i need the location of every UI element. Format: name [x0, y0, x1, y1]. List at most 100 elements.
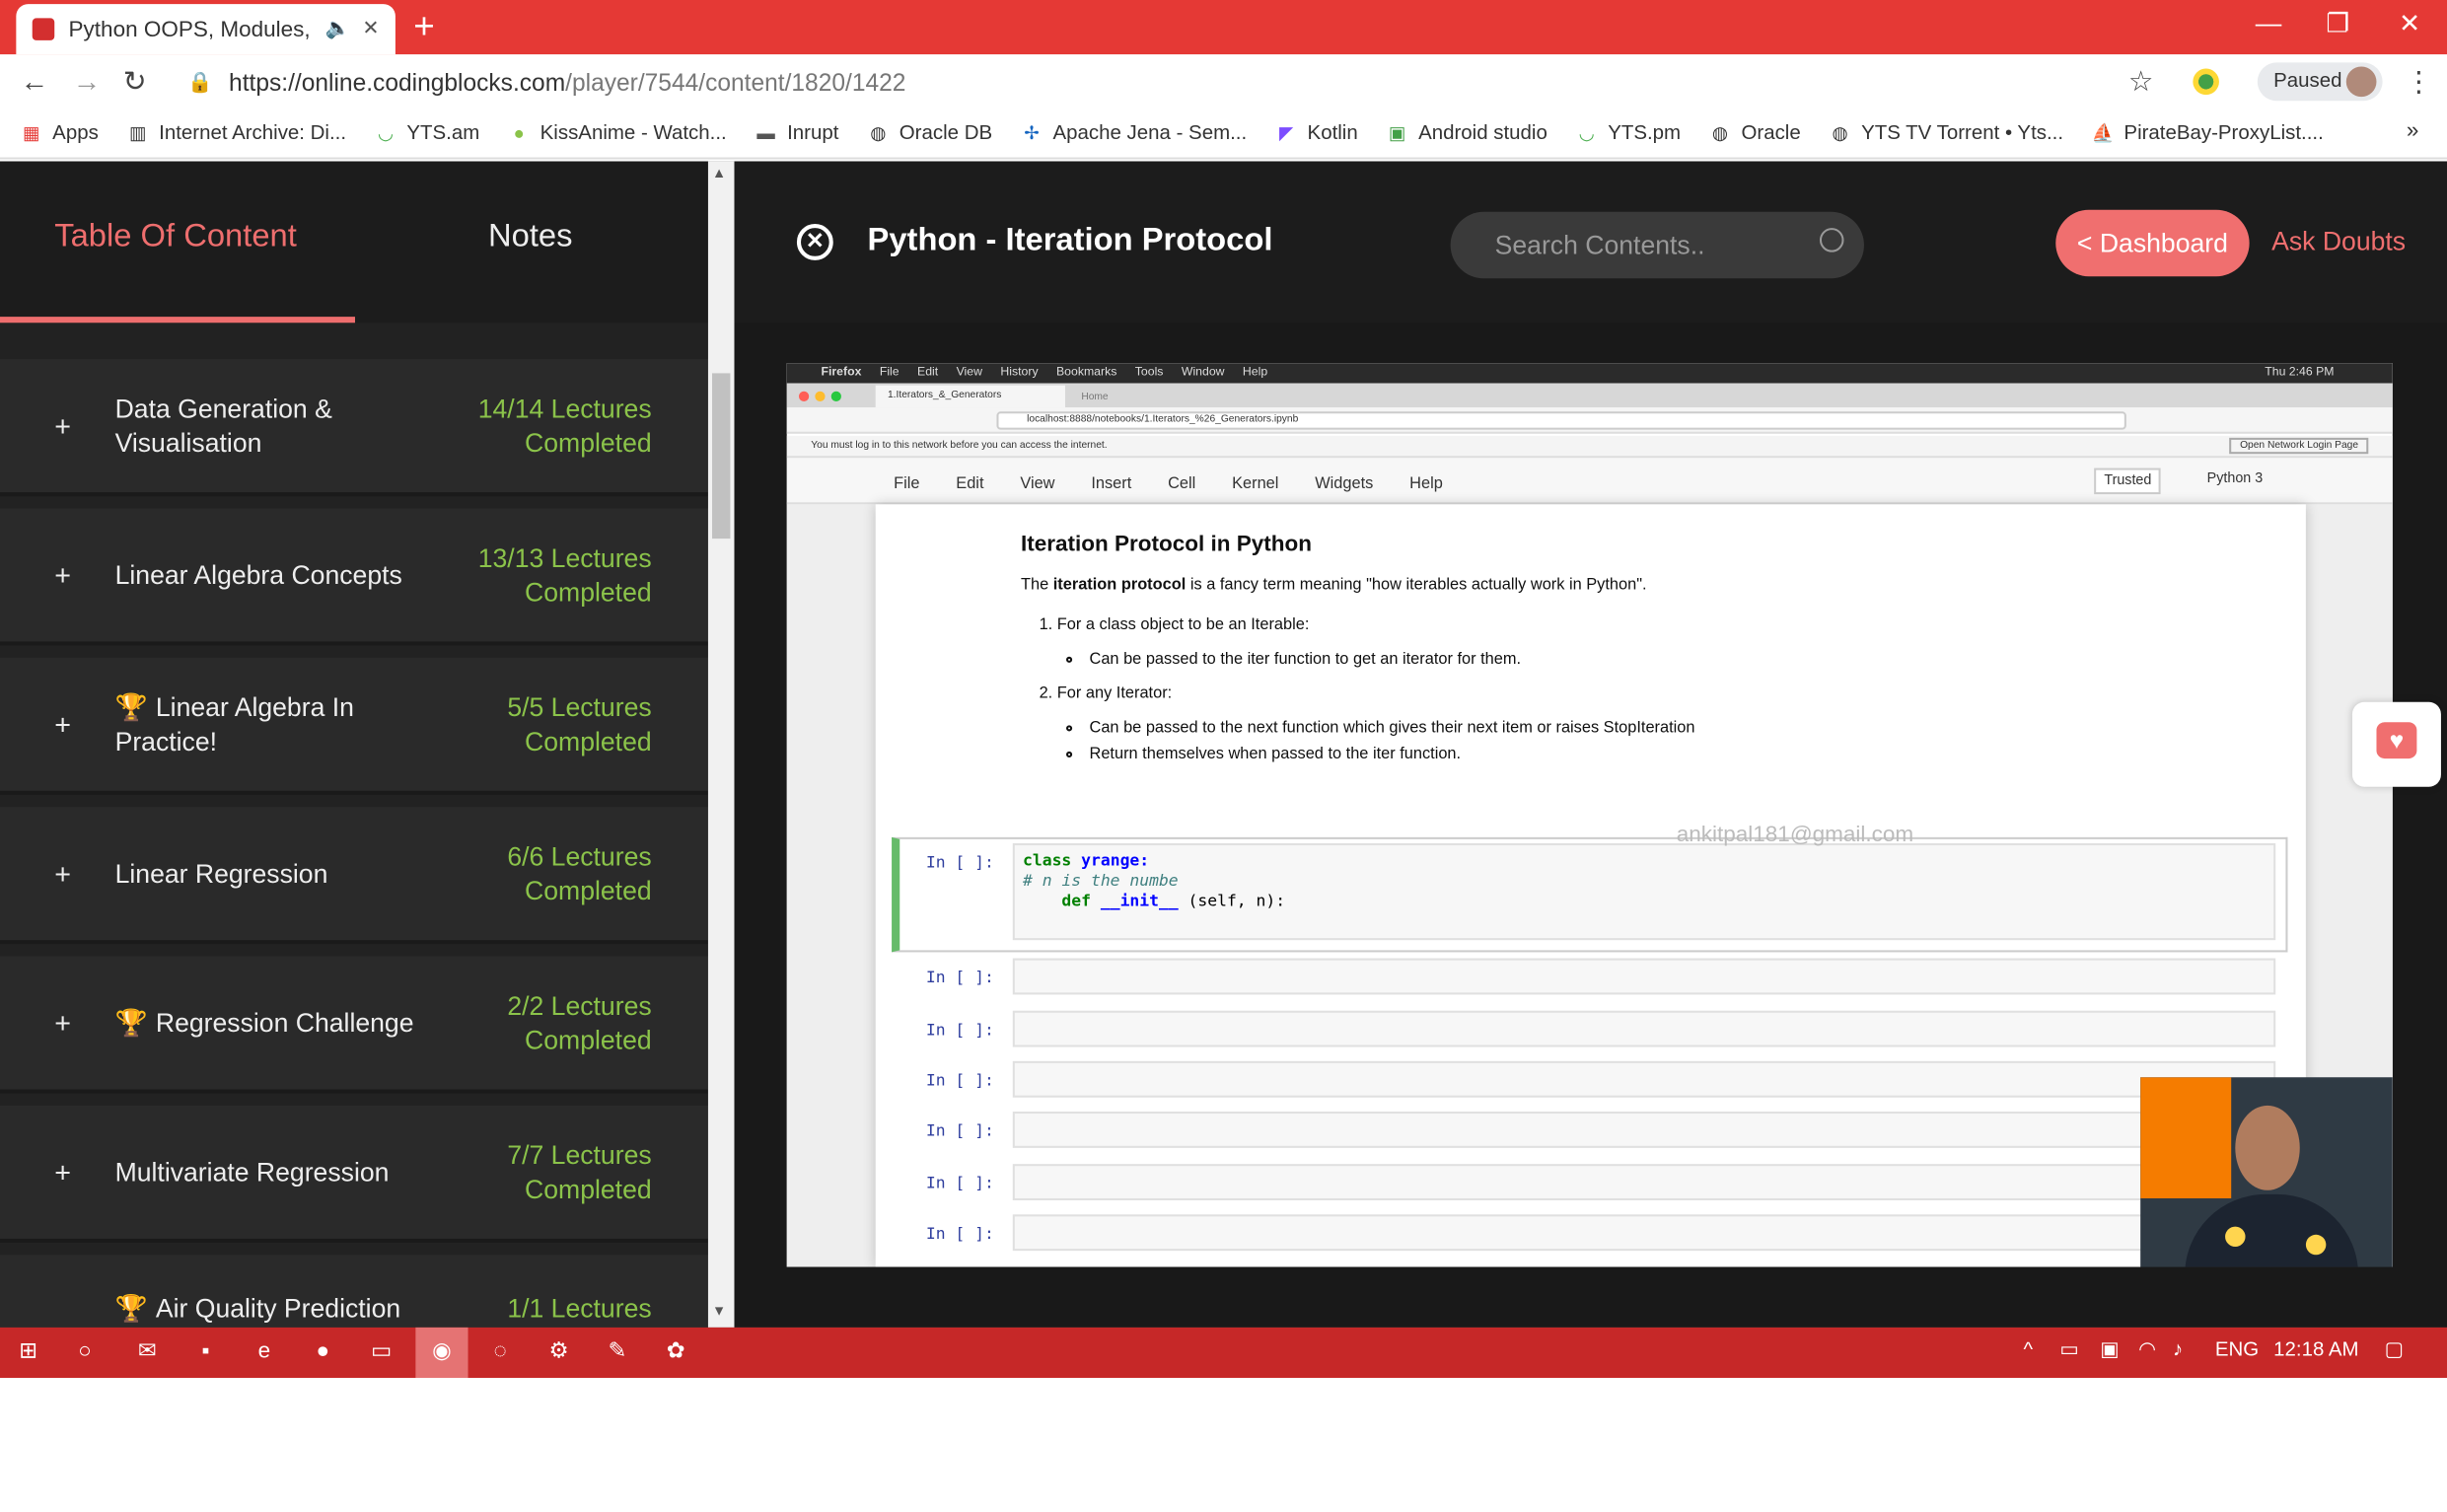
bookmark-apache-jena[interactable]: ✢ Apache Jena - Sem... [1021, 122, 1247, 144]
new-tab-icon[interactable]: + [413, 6, 435, 48]
inrupt-icon: ▬ [756, 121, 775, 143]
feedback-card[interactable]: ♥ [2351, 701, 2441, 787]
bookmark-internet-archive[interactable]: ▥ Internet Archive: Di... [126, 122, 346, 144]
extension-icon[interactable] [2193, 68, 2219, 96]
tab-table-of-content[interactable]: Table Of Content [54, 220, 297, 256]
section-progress: 2/2 Lectures Completed [507, 990, 652, 1055]
expand-icon[interactable]: + [54, 1007, 71, 1040]
speaker-icon[interactable]: 🔈 [325, 18, 350, 39]
tab-notes[interactable]: Notes [488, 220, 572, 256]
bookmark-yts-am[interactable]: ◡ YTS.am [375, 122, 479, 144]
section-item[interactable]: + Linear Regression 6/6 Lectures Complet… [0, 807, 708, 945]
section-title: 🏆 Regression Challenge [114, 1007, 414, 1039]
settings-gear-icon[interactable]: ⚙ [544, 1337, 573, 1366]
section-title: Data Generation & Visualisation [114, 393, 332, 459]
bookmark-piratebay[interactable]: ⛵ PirateBay-ProxyList.... [2092, 122, 2324, 144]
tray-chevron-icon[interactable]: ^ [2024, 1339, 2034, 1361]
language-indicator[interactable]: ENG [2215, 1339, 2259, 1361]
section-title: 🏆 Linear Algebra In Practice! [114, 691, 354, 757]
lock-icon: 🔒 [187, 71, 213, 95]
dashboard-button[interactable]: < Dashboard [2055, 209, 2250, 277]
url-field[interactable]: 🔒 https://online.codingblocks.com/player… [168, 62, 2175, 103]
minimize-icon[interactable]: — [2256, 8, 2282, 38]
torrent-icon[interactable]: ● [309, 1337, 337, 1366]
expand-icon[interactable]: + [54, 1320, 71, 1328]
search-icon[interactable] [1819, 228, 1844, 252]
section-progress: 5/5 Lectures Completed [507, 691, 652, 757]
document-icon[interactable]: ✎ [604, 1337, 632, 1366]
globe-icon: ◍ [1711, 121, 1729, 143]
profile-status: Paused [2273, 70, 2342, 94]
section-item[interactable]: + Multivariate Regression 7/7 Lectures C… [0, 1105, 708, 1243]
browser-tab[interactable]: Python OOPS, Modules, File 🔈 ✕ [16, 4, 396, 55]
sidebar-scrollbar[interactable]: ▲ ▼ [707, 161, 735, 1328]
archive-icon: ▥ [128, 121, 147, 143]
ask-doubts-link[interactable]: Ask Doubts [2271, 226, 2406, 256]
close-lesson-icon[interactable]: ✕ [796, 224, 833, 260]
profile-button[interactable]: Paused [2257, 62, 2383, 102]
forward-arrow-icon[interactable]: → [73, 64, 102, 97]
search-input[interactable]: Search Contents.. [1450, 211, 1864, 279]
chrome-menu-icon[interactable]: ⋮ [2405, 64, 2433, 99]
kernel-indicator: Python 3 [2206, 471, 2264, 486]
tab-close-icon[interactable]: ✕ [362, 18, 379, 39]
cortana-search-icon[interactable]: ○ [71, 1337, 100, 1366]
store-icon[interactable]: ▪ [191, 1337, 220, 1366]
bookmark-inrupt[interactable]: ▬ Inrupt [755, 122, 838, 144]
expand-icon[interactable]: + [54, 1156, 71, 1188]
bookmark-oracle[interactable]: ◍ Oracle [1709, 122, 1801, 144]
expand-icon[interactable]: + [54, 857, 71, 890]
bookmark-apps[interactable]: ▦ Apps [20, 122, 99, 144]
bookmark-android-studio[interactable]: ▣ Android studio [1386, 122, 1547, 144]
player-page: Table Of Content Notes + Data Generation… [0, 161, 2447, 1328]
file-explorer-icon[interactable]: ▭ [367, 1337, 396, 1366]
android-icon: ▣ [1388, 121, 1406, 143]
section-item[interactable]: + 🏆Air Quality Prediction 1/1 Lectures [0, 1255, 708, 1328]
section-item[interactable]: + Data Generation & Visualisation 14/14 … [0, 359, 708, 497]
app-icon[interactable]: ✿ [662, 1337, 690, 1366]
trophy-icon: 🏆 [114, 1293, 148, 1324]
section-item[interactable]: + Linear Algebra Concepts 13/13 Lectures… [0, 508, 708, 646]
scroll-down-icon[interactable]: ▼ [712, 1305, 726, 1319]
video-player[interactable]: Firefox File Edit View History Bookmarks… [786, 363, 2393, 1267]
expand-icon[interactable]: + [54, 409, 71, 442]
edge-icon[interactable]: e [251, 1337, 279, 1366]
bookmark-oracle-db[interactable]: ◍ Oracle DB [867, 122, 992, 144]
scroll-up-icon[interactable]: ▲ [712, 168, 726, 181]
wifi-icon[interactable]: ◠ [2138, 1339, 2156, 1361]
security-icon[interactable]: ▣ [2100, 1339, 2119, 1361]
scrollbar-thumb[interactable] [712, 373, 731, 540]
section-item[interactable]: + 🏆 Regression Challenge 2/2 Lectures Com… [0, 956, 708, 1094]
bookmark-yts-pm[interactable]: ◡ YTS.pm [1575, 122, 1681, 144]
bookmark-yts-tv[interactable]: ◍ YTS TV Torrent • Yts... [1829, 121, 2064, 144]
restore-icon[interactable]: ❐ [2326, 8, 2349, 40]
mail-icon[interactable]: ✉ [133, 1337, 162, 1366]
bookmark-kotlin[interactable]: ◤ Kotlin [1275, 122, 1358, 144]
globe-icon: ◍ [1832, 121, 1848, 143]
expand-icon[interactable]: + [54, 559, 71, 592]
volume-icon[interactable]: ♪ [2173, 1339, 2183, 1361]
back-arrow-icon[interactable]: ← [20, 64, 48, 97]
url-host: https://online.codingblocks.com [229, 68, 566, 98]
bookmarks-overflow[interactable]: » [2407, 119, 2419, 144]
bookmark-star-icon[interactable]: ☆ [2128, 64, 2154, 99]
instructor-webcam [2140, 1077, 2393, 1267]
clock[interactable]: 12:18 AM [2273, 1339, 2358, 1361]
whatsapp-icon[interactable]: ◌ [486, 1337, 515, 1366]
windows-start-icon[interactable]: ⊞ [14, 1337, 42, 1366]
heart-icon[interactable]: ♥ [2376, 722, 2417, 759]
markdown-cell: Iteration Protocol in Python The iterati… [1021, 533, 2231, 776]
bookmark-kissanime[interactable]: ● KissAnime - Watch... [508, 122, 727, 144]
expand-icon[interactable]: + [54, 708, 71, 741]
sidebar: Table Of Content Notes + Data Generation… [0, 161, 708, 1328]
section-item[interactable]: + 🏆 Linear Algebra In Practice! 5/5 Lectu… [0, 657, 708, 795]
code-editor [1012, 958, 2276, 995]
notifications-icon[interactable]: ▢ [2385, 1339, 2404, 1361]
window-close-icon[interactable]: ✕ [2399, 8, 2420, 40]
battery-icon[interactable]: ▭ [2059, 1339, 2078, 1361]
code-editor [1012, 1112, 2276, 1148]
reload-icon[interactable]: ↻ [123, 64, 147, 99]
kotlin-icon: ◤ [1278, 121, 1294, 143]
main-panel: ✕ Python - Iteration Protocol Search Con… [734, 161, 2447, 1328]
chrome-icon[interactable]: ◉ [428, 1337, 457, 1366]
